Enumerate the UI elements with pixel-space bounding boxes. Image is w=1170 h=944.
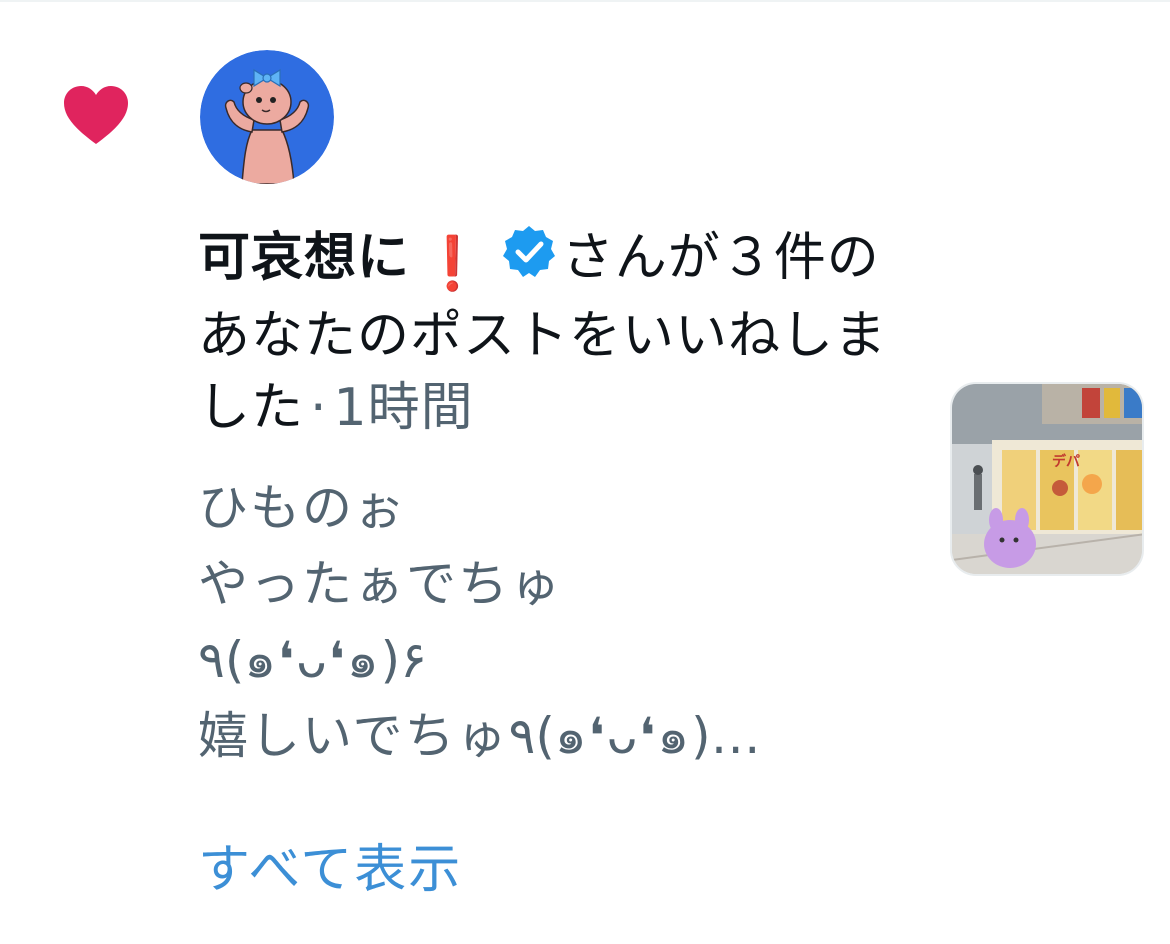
heart-icon [64, 86, 128, 144]
timestamp: 1時間 [333, 378, 474, 438]
post-line: 嬉しいでちゅ٩(๑❛ᴗ❛๑)… [198, 707, 761, 765]
exclamation-emoji: ❗ [420, 234, 486, 294]
post-media-thumbnail[interactable]: デパ [950, 382, 1144, 576]
post-line: やったぁでちゅ [198, 555, 562, 613]
top-divider [0, 0, 1170, 2]
post-line: ٩(๑❛ᴗ❛๑)۶ [198, 631, 428, 689]
verified-badge-icon [502, 226, 555, 277]
post-preview[interactable]: ひものぉ やったぁでちゅ ٩(๑❛ᴗ❛๑)۶ 嬉しいでちゅ٩(๑❛ᴗ❛๑)… [198, 470, 918, 774]
show-all-link[interactable]: すべて表示 [198, 834, 462, 906]
post-line: ひものぉ [198, 479, 406, 537]
separator-dot: · [310, 378, 328, 438]
actor-avatar[interactable] [200, 50, 334, 184]
notification-text: 可哀想に ❗ さんが３件のあなたのポストをいいねしました · 1時間 [198, 222, 918, 444]
actor-name[interactable]: 可哀想に [198, 228, 410, 288]
svg-text:デパ: デパ [1052, 453, 1080, 470]
